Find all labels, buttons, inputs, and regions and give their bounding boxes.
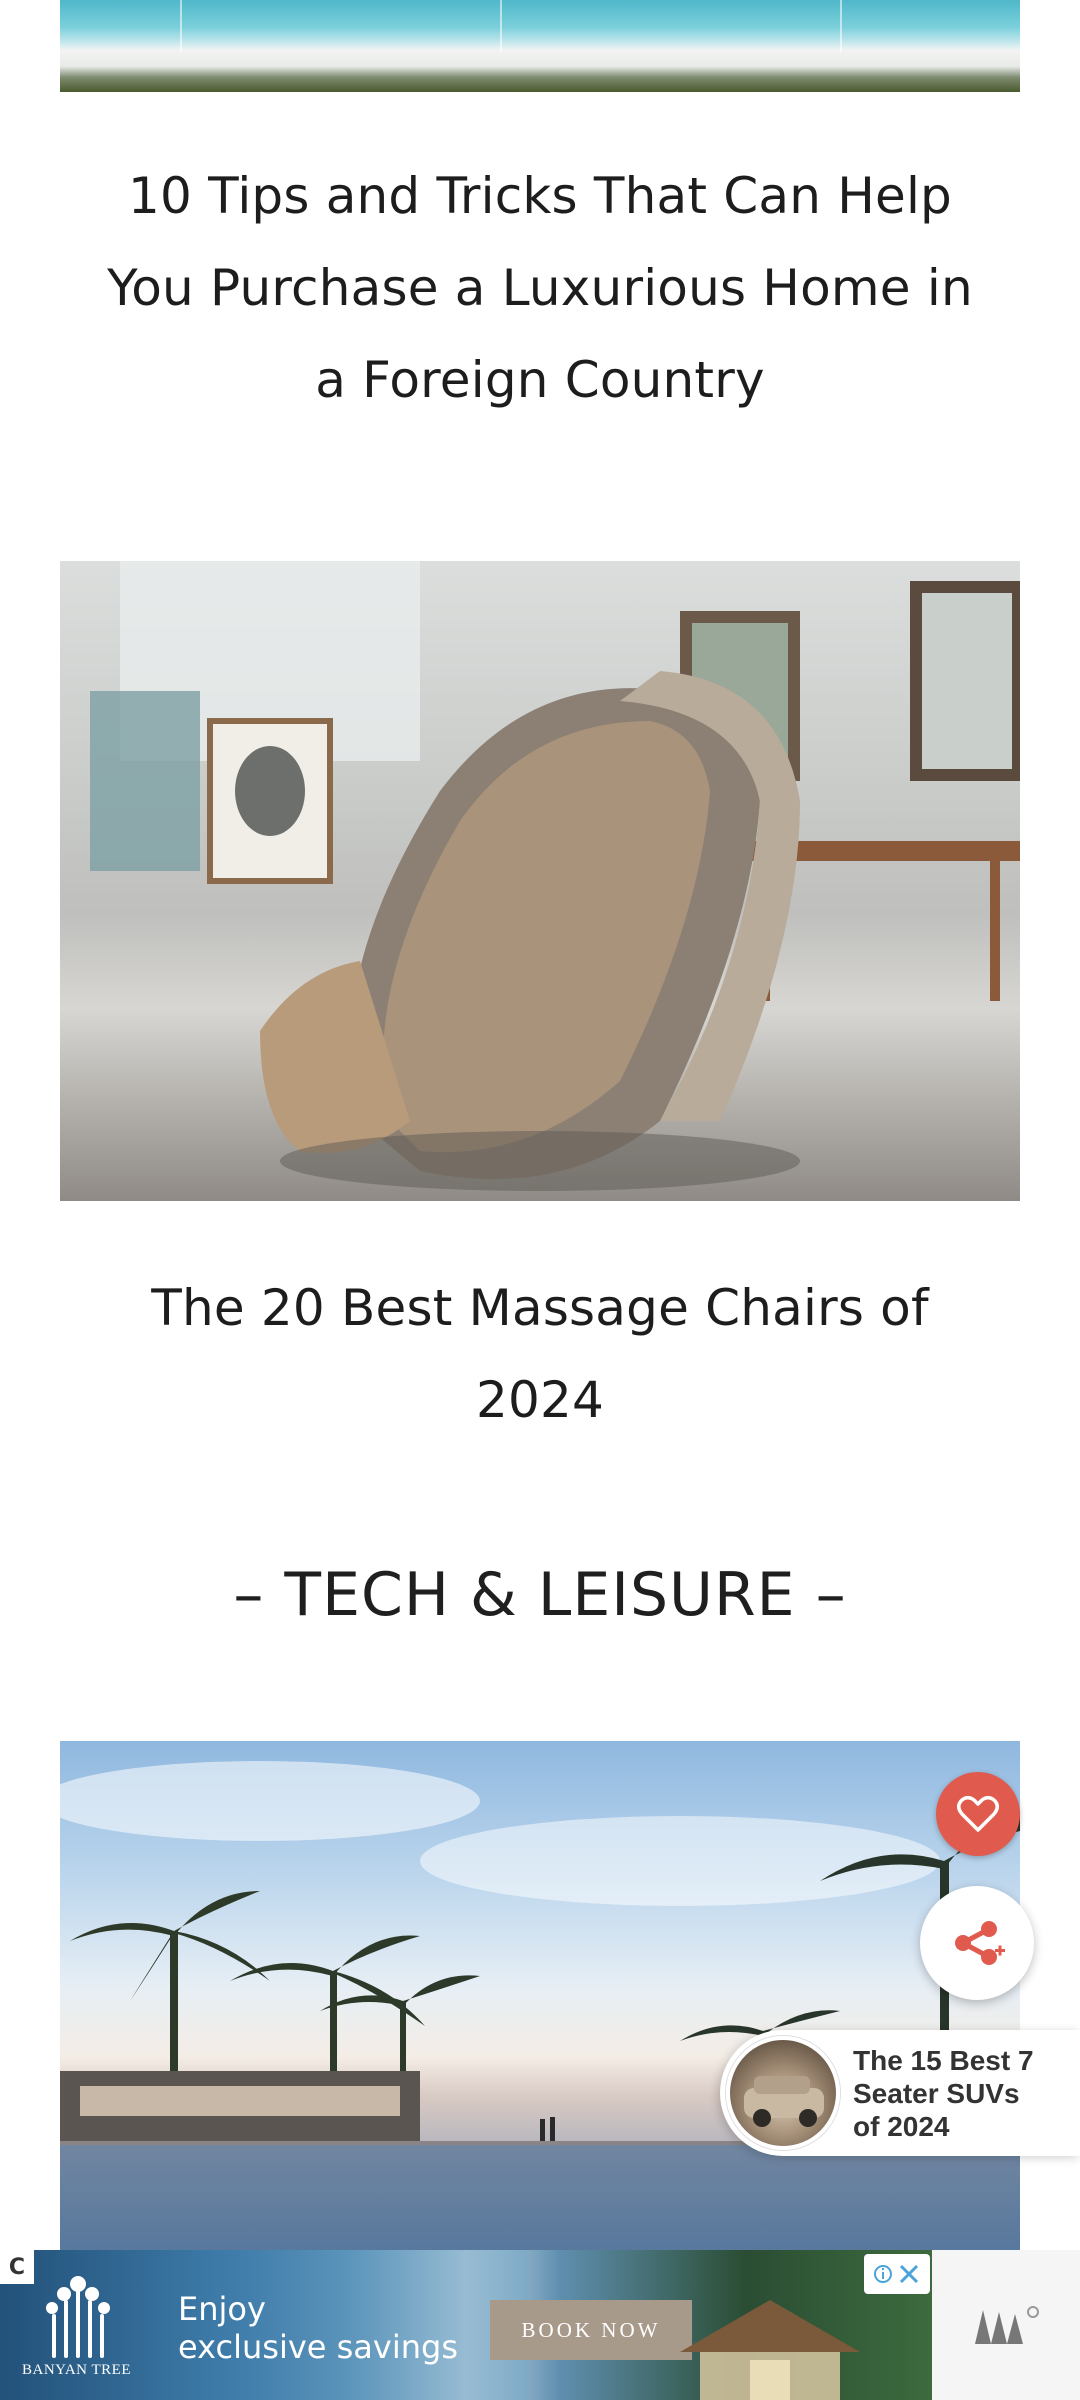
resort-illustration	[60, 1761, 1020, 2250]
title-line: 10 Tips and Tricks That Can Help	[128, 167, 952, 225]
article-image-massage-chairs[interactable]	[60, 561, 1020, 1201]
ad-resort-image	[680, 2300, 860, 2400]
article-title-luxury-home[interactable]: 10 Tips and Tricks That Can Help You Pur…	[55, 150, 1025, 426]
ad-info-icon	[874, 2265, 892, 2283]
advertisement-banner[interactable]: BANYAN TREE Enjoy exclusive savings BOOK…	[0, 2250, 932, 2400]
favorite-button[interactable]	[936, 1772, 1020, 1856]
recommended-article-card[interactable]: The 15 Best 7 Seater SUVs of 2024	[720, 2030, 1080, 2156]
ad-brand-name: BANYAN TREE	[22, 2362, 131, 2378]
publisher-logo-icon	[975, 2306, 1039, 2344]
close-icon	[899, 2264, 919, 2284]
title-line: of 2024	[853, 2111, 950, 2142]
recommended-article-thumbnail	[726, 2036, 840, 2150]
article-image-luxury-home[interactable]	[60, 0, 1020, 92]
heart-icon	[957, 1796, 999, 1832]
pool-tile-line	[840, 0, 842, 52]
article-title-massage-chairs[interactable]: The 20 Best Massage Chairs of 2024	[55, 1262, 1025, 1446]
publisher-logo-panel[interactable]	[932, 2250, 1080, 2400]
title-line: You Purchase a Luxurious Home in	[107, 259, 973, 317]
title-line: The 15 Best 7	[853, 2045, 1034, 2076]
massage-chair-illustration	[90, 561, 1020, 1191]
ad-close-button[interactable]	[864, 2254, 930, 2294]
share-icon	[955, 1921, 1005, 1965]
banyan-tree-logo-icon	[46, 2276, 110, 2358]
section-heading-tech-leisure: – TECH & LEISURE –	[233, 1560, 847, 1630]
title-line: The 20 Best Massage Chairs of	[151, 1279, 929, 1337]
share-button[interactable]	[920, 1886, 1034, 2000]
ad-copy-line: exclusive savings	[178, 2328, 458, 2366]
ad-choices-mark: C	[0, 2250, 34, 2284]
pool-tile-line	[500, 0, 502, 52]
title-line: Seater SUVs	[853, 2078, 1020, 2109]
ad-headline: Enjoy exclusive savings	[178, 2290, 458, 2366]
title-line: a Foreign Country	[315, 351, 765, 409]
ad-copy-line: Enjoy	[178, 2290, 266, 2328]
article-image-resort[interactable]	[60, 1741, 1020, 2250]
pool-tile-line	[180, 0, 182, 52]
title-line: 2024	[475, 1371, 605, 1429]
recommended-article-title: The 15 Best 7 Seater SUVs of 2024	[853, 2044, 1073, 2143]
suv-image	[744, 2076, 824, 2127]
